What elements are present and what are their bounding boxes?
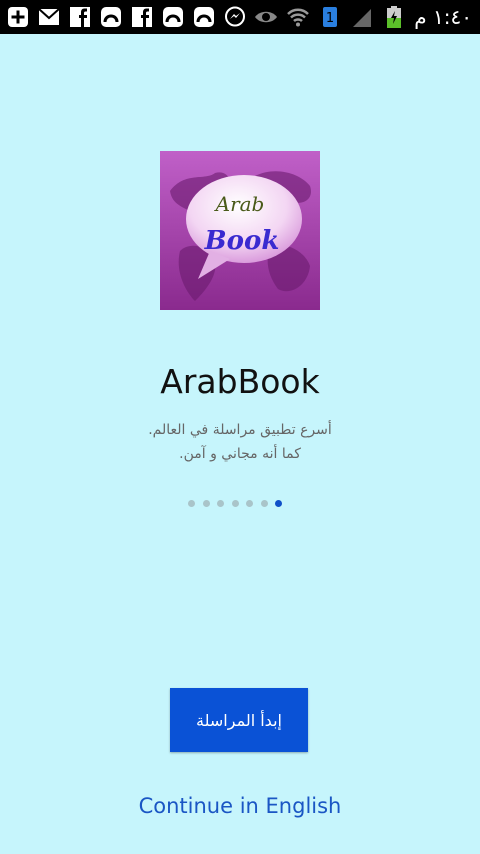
page-dot — [231, 500, 239, 507]
facebook-icon — [68, 5, 92, 29]
facebook-icon — [130, 5, 154, 29]
page-dot — [246, 500, 253, 507]
logo-text-book: Book — [204, 226, 280, 256]
page-dot-active — [275, 500, 282, 507]
app-logo: Arab Book — [160, 151, 320, 310]
app-icon — [161, 5, 185, 29]
battery-icon — [382, 5, 406, 29]
plus-icon — [6, 5, 30, 29]
page-dot — [217, 500, 224, 507]
page-indicator — [188, 500, 282, 507]
clock: ١:٤٠ م — [414, 5, 472, 29]
system-icons: 1 ١:٤٠ م — [254, 5, 472, 29]
sim-icon: 1 — [318, 5, 342, 29]
app-icon — [99, 5, 123, 29]
tagline-line-1: أسرع تطبيق مراسلة في العالم. — [148, 422, 332, 438]
continue-in-english-link[interactable]: Continue in English — [0, 794, 480, 818]
page-dot — [260, 500, 268, 507]
start-messaging-button[interactable]: إبدأ المراسلة — [170, 688, 308, 752]
logo-text-arab: Arab — [214, 192, 265, 216]
signal-icon — [350, 5, 374, 29]
app-icon — [192, 5, 216, 29]
wifi-icon — [286, 5, 310, 29]
app-name: ArabBook — [160, 362, 320, 401]
page-dot — [188, 500, 195, 507]
eye-icon — [254, 5, 278, 29]
tagline-line-2: كما أنه مجاني و آمن. — [179, 446, 301, 462]
notification-icons — [6, 5, 247, 29]
status-bar: 1 ١:٤٠ م — [0, 0, 480, 34]
page-dot — [202, 500, 210, 507]
mail-icon — [37, 5, 61, 29]
tagline: أسرع تطبيق مراسلة في العالم. كما أنه مجا… — [0, 418, 480, 466]
svg-text:1: 1 — [326, 11, 334, 26]
messenger-icon — [223, 5, 247, 29]
